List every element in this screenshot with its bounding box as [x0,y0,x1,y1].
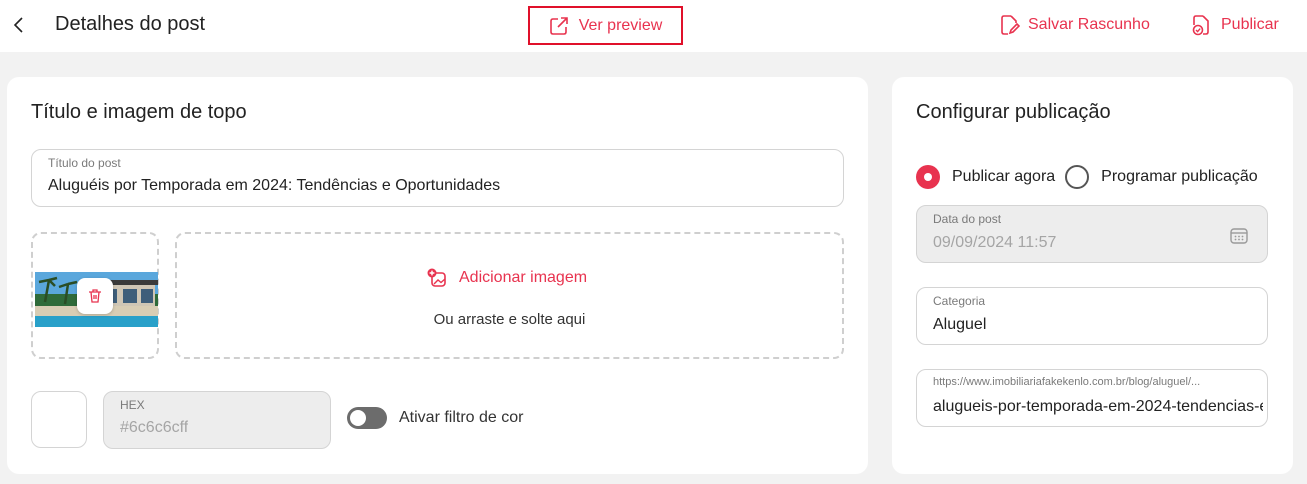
hex-field[interactable]: HEX #6c6c6cff [103,391,331,449]
publish-now-label: Publicar agora [952,168,1056,185]
post-title-value: Aluguéis por Temporada em 2024: Tendênci… [48,177,501,194]
back-button[interactable] [8,14,30,36]
save-draft-button[interactable]: Salvar Rascunho [1000,14,1150,36]
external-link-icon [549,16,568,35]
page-title: Detalhes do post [55,13,206,35]
publish-now-radio[interactable] [916,165,940,189]
publish-document-icon [1192,15,1209,36]
add-image-button[interactable]: Adicionar imagem [427,268,587,288]
trash-icon [89,289,101,303]
color-filter-toggle[interactable]: Ativar filtro de cor [347,407,523,429]
color-swatch[interactable] [31,391,87,448]
publish-mode-options: Publicar agora Programar publicação [916,165,1258,189]
post-date-label: Data do post [933,212,1002,226]
post-title-label: Título do post [48,156,121,170]
category-field[interactable]: Categoria Aluguel [916,287,1268,345]
cover-image-thumbnail [31,232,159,359]
color-filter-switch[interactable] [347,407,387,429]
post-date-value: 09/09/2024 11:57 [933,234,1057,251]
publish-settings-card: Configurar publicação Publicar agora Pro… [892,77,1293,474]
preview-button-label: Ver preview [578,16,663,34]
top-bar: Detalhes do post Ver preview Salvar Rasc… [0,0,1307,52]
category-value: Aluguel [933,316,987,333]
title-image-card: Título e imagem de topo Título do post A… [7,77,868,474]
title-image-heading: Título e imagem de topo [31,101,247,123]
post-date-field: Data do post 09/09/2024 11:57 [916,205,1268,263]
calendar-icon [1230,228,1248,244]
schedule-option[interactable]: Programar publicação [1065,165,1258,189]
chevron-left-icon [13,17,23,33]
slug-prefix: https://www.imobiliariafakekenlo.com.br/… [933,376,1201,388]
slug-value: alugueis-por-temporada-em-2024-tendencia… [933,398,1263,415]
save-draft-label: Salvar Rascunho [1028,16,1150,33]
publish-now-option[interactable]: Publicar agora [916,165,1055,189]
publish-label: Publicar [1221,16,1279,33]
schedule-label: Programar publicação [1101,168,1258,185]
add-image-icon [427,268,446,287]
toggle-knob [350,410,366,426]
remove-image-button[interactable] [77,278,113,314]
slug-field[interactable]: https://www.imobiliariafakekenlo.com.br/… [916,369,1268,427]
add-image-label: Adicionar imagem [459,269,588,286]
drop-hint: Ou arraste e solte aqui [433,311,586,328]
color-filter-label: Ativar filtro de cor [399,409,524,426]
category-label: Categoria [933,294,986,308]
schedule-radio[interactable] [1065,165,1090,189]
preview-button[interactable]: Ver preview [528,6,683,45]
publish-settings-heading: Configurar publicação [916,101,1111,123]
hex-label: HEX [120,398,145,412]
publish-button[interactable]: Publicar [1191,14,1279,36]
post-title-field[interactable]: Título do post Aluguéis por Temporada em… [31,149,844,207]
draft-document-icon [1001,15,1020,35]
hex-value: #6c6c6cff [120,419,189,436]
image-drop-zone[interactable]: Adicionar imagem Ou arraste e solte aqui [175,232,844,359]
